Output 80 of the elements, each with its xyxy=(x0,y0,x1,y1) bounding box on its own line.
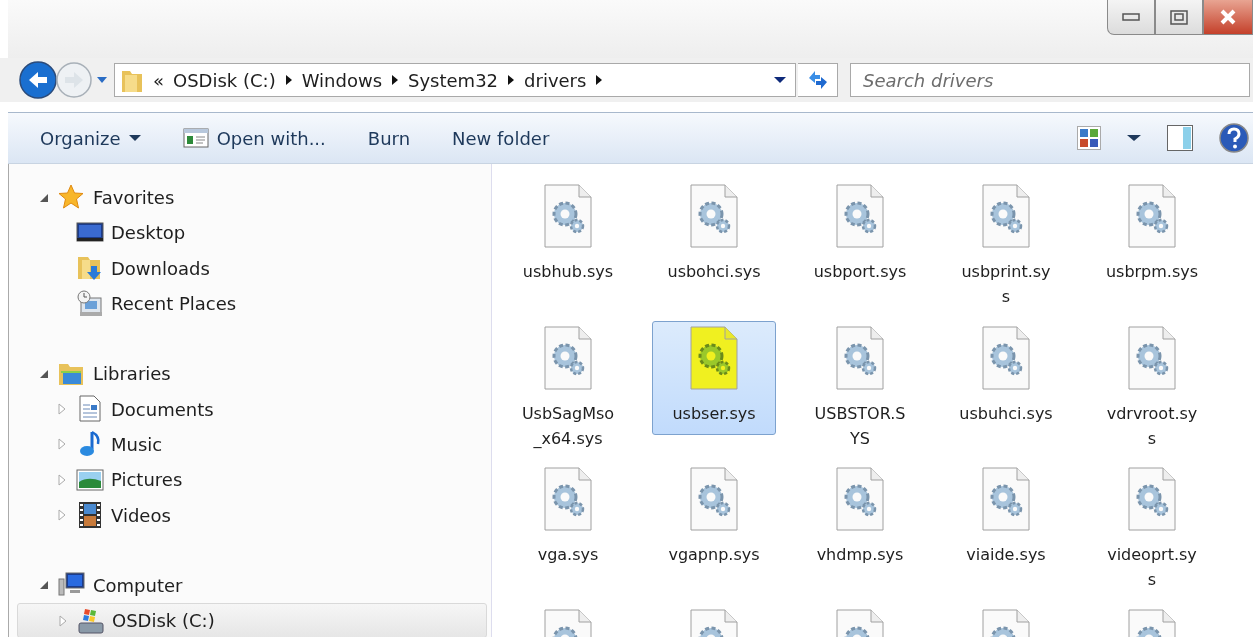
toolbar-button[interactable]: Burn xyxy=(355,121,423,155)
file-name[interactable]: vdrvroot.sys xyxy=(1104,400,1200,451)
arrow-icon[interactable] xyxy=(595,74,604,86)
gear-document-icon[interactable] xyxy=(835,184,885,248)
file-name[interactable]: USBSTOR.SYS xyxy=(812,400,908,451)
tree-item[interactable]: Recent Places xyxy=(9,285,491,322)
gear-document-icon[interactable] xyxy=(689,325,739,390)
tree-item[interactable]: Music xyxy=(9,426,491,463)
file-name[interactable]: viaide.sys xyxy=(958,542,1054,567)
toolbar-button[interactable]: New folder xyxy=(440,121,562,155)
tree-item[interactable]: Libraries xyxy=(9,356,491,392)
gear-document-icon[interactable] xyxy=(543,467,593,531)
file-name[interactable]: usbohci.sys xyxy=(666,259,762,284)
tree-item[interactable]: Videos xyxy=(9,497,491,533)
file-name[interactable]: vhdmp.sys xyxy=(812,542,908,567)
search-field[interactable]: Search drivers xyxy=(850,63,1250,97)
gear-document-icon[interactable] xyxy=(981,325,1031,390)
maximize-icon xyxy=(1170,9,1188,25)
back-button[interactable] xyxy=(18,60,58,100)
address-bar[interactable]: « OSDisk (C:) Windows System32 drivers xyxy=(114,63,796,97)
minimize-icon xyxy=(1122,13,1140,21)
close-button[interactable] xyxy=(1203,0,1253,35)
window-icon xyxy=(182,128,209,148)
tree-item[interactable]: Favorites xyxy=(9,180,491,216)
preview-pane-icon[interactable] xyxy=(1167,125,1193,151)
file-name[interactable]: usbser.sys xyxy=(666,400,762,426)
film-icon xyxy=(76,501,104,529)
file-name[interactable]: videoprt.sys xyxy=(1104,542,1200,592)
file-name[interactable]: usbprint.sys xyxy=(958,259,1054,309)
tree-item[interactable]: Pictures xyxy=(9,462,491,498)
gear-document-icon[interactable] xyxy=(981,184,1031,248)
minimize-button[interactable] xyxy=(1107,0,1155,35)
file-name[interactable]: usbport.sys xyxy=(812,259,908,284)
file-name[interactable]: usbhub.sys xyxy=(520,259,616,284)
star-icon xyxy=(58,183,86,212)
gear-document-icon[interactable] xyxy=(1127,184,1177,248)
gear-document-icon[interactable] xyxy=(689,467,739,531)
file-name[interactable]: vga.sys xyxy=(520,542,616,567)
gear-document-icon[interactable] xyxy=(835,467,885,531)
expand-arrow-icon[interactable] xyxy=(39,580,49,591)
file-name[interactable]: usbuhci.sys xyxy=(958,400,1054,426)
gear-document-icon[interactable] xyxy=(1127,467,1177,531)
arrow-icon[interactable] xyxy=(391,74,400,86)
expand-arrow-icon[interactable] xyxy=(39,192,49,203)
caret-icon xyxy=(128,134,141,142)
breadcrumb-item[interactable]: Windows xyxy=(301,69,383,91)
history-dropdown-icon[interactable] xyxy=(96,75,108,85)
tree-item[interactable]: Downloads xyxy=(9,250,491,286)
arrow-icon[interactable] xyxy=(507,74,516,86)
gear-document-icon[interactable] xyxy=(543,184,593,248)
gear-document-icon[interactable] xyxy=(689,184,739,248)
expand-arrow-icon[interactable] xyxy=(39,368,49,379)
help-icon[interactable] xyxy=(1219,123,1249,153)
tree-item[interactable]: Desktop xyxy=(9,215,491,251)
maximize-button[interactable] xyxy=(1155,0,1203,35)
file-name[interactable]: vgapnp.sys xyxy=(666,542,762,567)
close-icon xyxy=(1220,9,1236,25)
gear-document-icon[interactable] xyxy=(543,325,593,390)
arrow-icon[interactable] xyxy=(284,74,293,86)
gear-document-icon[interactable] xyxy=(1127,325,1177,390)
breadcrumb-item[interactable]: OSDisk (C:) xyxy=(173,69,276,91)
clock-icon xyxy=(76,289,104,318)
file-name[interactable]: UsbSagMso_x64.sys xyxy=(520,400,616,451)
file-item[interactable]: usbser.sys xyxy=(652,320,776,435)
gear-document-icon[interactable] xyxy=(981,467,1031,531)
organize-menu[interactable]: Organize xyxy=(28,121,153,155)
overflow-chevron[interactable]: « xyxy=(153,69,164,91)
tree-item[interactable]: OSDisk (C:) xyxy=(17,602,487,637)
tree-item[interactable]: Computer xyxy=(9,567,491,603)
file-name[interactable]: usbrpm.sys xyxy=(1104,259,1200,284)
tree-item[interactable]: Documents xyxy=(9,391,491,427)
caret-icon[interactable] xyxy=(1127,134,1141,142)
dropdown-caret-icon[interactable] xyxy=(773,76,787,84)
document-icon xyxy=(76,395,104,424)
breadcrumb-item[interactable]: System32 xyxy=(408,69,499,91)
breadcrumb-item[interactable]: drivers xyxy=(524,69,587,91)
toolbar-button[interactable]: Open with... xyxy=(170,121,338,155)
drive-icon xyxy=(77,606,105,635)
gear-document-icon[interactable] xyxy=(835,325,885,390)
views-icon[interactable] xyxy=(1077,126,1101,150)
